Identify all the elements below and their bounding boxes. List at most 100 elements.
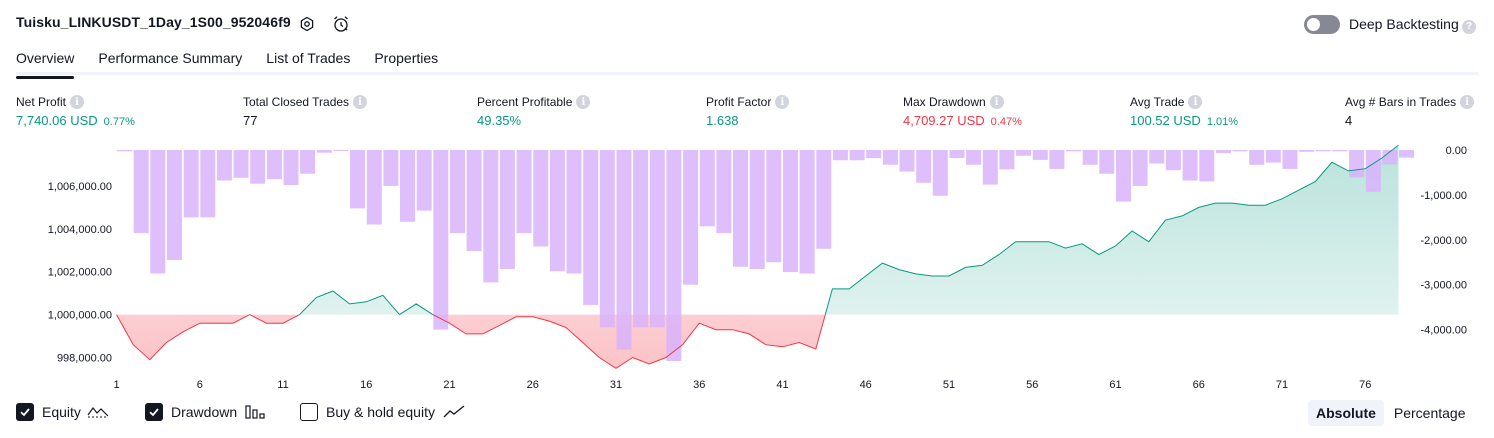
drawdown-bar	[799, 150, 815, 274]
drawdown-bar	[932, 150, 948, 196]
drawdown-bar	[333, 150, 349, 151]
drawdown-bar	[350, 150, 366, 209]
drawdown-bar	[233, 150, 249, 178]
x-tick-label: 66	[1193, 379, 1205, 391]
percentage-button[interactable]: Percentage	[1386, 400, 1474, 426]
y-left-tick-label: 1,002,000.00	[48, 267, 112, 279]
metric-label: Max Drawdown	[903, 95, 986, 109]
info-icon[interactable]: i	[1460, 95, 1475, 109]
drawdown-bar	[966, 150, 982, 165]
drawdown-bar	[1282, 150, 1298, 169]
drawdown-bar	[1016, 150, 1032, 156]
y-right-tick-label: 0.00	[1446, 145, 1467, 157]
drawdown-label: Drawdown	[171, 404, 238, 420]
settings-icon[interactable]	[296, 13, 318, 35]
absolute-button[interactable]: Absolute	[1308, 400, 1384, 426]
x-tick-label: 1	[113, 379, 119, 391]
drawdown-bar	[649, 150, 665, 328]
info-icon[interactable]: i	[353, 95, 368, 109]
drawdown-bar	[866, 150, 882, 159]
metric-value: 4,709.27 USD	[903, 113, 985, 128]
drawdown-bar	[1165, 150, 1181, 171]
info-icon[interactable]: i	[775, 95, 790, 109]
equity-line-icon	[87, 407, 109, 418]
drawdown-bar	[683, 150, 699, 285]
alarm-clock-icon[interactable]	[330, 13, 352, 35]
metric-value: 100.52 USD	[1130, 113, 1201, 128]
drawdown-bar	[666, 150, 682, 361]
info-icon[interactable]: i	[576, 95, 591, 109]
drawdown-bar	[117, 150, 132, 152]
x-tick-label: 11	[277, 379, 288, 391]
metric-label: Net Profit	[16, 95, 67, 109]
drawdown-bar	[1315, 150, 1331, 152]
equity-checkbox[interactable]	[16, 403, 34, 421]
y-left-tick-label: 1,006,000.00	[48, 181, 112, 193]
drawdown-bar	[150, 150, 166, 274]
metric-percent: 1.01%	[1206, 116, 1239, 128]
drawdown-bar	[633, 150, 649, 328]
drawdown-bar	[383, 150, 399, 186]
x-tick-label: 46	[860, 379, 872, 391]
metric-avg-bars-in-trades: Avg # Bars in Trades i 4	[1345, 94, 1475, 128]
drawdown-bar	[616, 150, 632, 350]
drawdown-bar	[849, 150, 865, 161]
metric-label: Avg # Bars in Trades	[1345, 95, 1457, 109]
x-tick-label: 71	[1276, 379, 1288, 391]
metric-label: Percent Profitable	[477, 95, 573, 109]
drawdown-checkbox[interactable]	[145, 403, 163, 421]
drawdown-bar	[1066, 150, 1081, 152]
drawdown-bar	[1099, 150, 1115, 174]
drawdown-bar	[166, 150, 182, 260]
buy-hold-label: Buy & hold equity	[326, 404, 435, 420]
drawdown-bar	[300, 150, 316, 174]
drawdown-bar	[699, 150, 715, 227]
info-icon[interactable]: i	[1188, 95, 1203, 109]
buy-hold-checkbox[interactable]	[300, 403, 318, 421]
legend-drawdown[interactable]: Drawdown	[145, 403, 265, 421]
drawdown-bar	[1349, 150, 1365, 178]
drawdown-bar	[783, 150, 798, 273]
drawdown-bar	[366, 150, 382, 225]
drawdown-bar	[450, 150, 465, 234]
help-icon[interactable]: ?	[1462, 18, 1476, 36]
drawdown-bar	[1049, 150, 1065, 169]
drawdown-bar	[733, 150, 748, 267]
metric-avg-trade: Avg Trade i 100.52 USD 1.01%	[1130, 94, 1238, 128]
drawdown-bar	[1365, 150, 1381, 192]
drawdown-bar	[183, 150, 199, 218]
metric-label: Avg Trade	[1130, 95, 1185, 109]
drawdown-bar	[1149, 150, 1165, 164]
drawdown-bar	[1182, 150, 1198, 181]
trend-line-icon	[443, 405, 465, 418]
legend-buy-hold[interactable]: Buy & hold equity	[300, 403, 465, 421]
drawdown-bar	[816, 150, 832, 249]
drawdown-bar	[766, 150, 782, 263]
y-right-tick-label: -2,000.00	[1421, 235, 1467, 247]
drawdown-bar	[1265, 150, 1281, 163]
drawdown-bar	[216, 150, 232, 181]
drawdown-bar	[716, 150, 732, 234]
info-icon[interactable]: i	[989, 95, 1004, 109]
drawdown-bar	[1199, 150, 1215, 182]
y-right-tick-label: -3,000.00	[1421, 280, 1467, 292]
metric-value: 77	[243, 113, 258, 128]
legend-equity[interactable]: Equity	[16, 403, 109, 421]
drawdown-bar	[999, 150, 1015, 170]
drawdown-bar	[949, 150, 965, 159]
x-tick-label: 41	[776, 379, 788, 391]
drawdown-bar	[466, 150, 482, 251]
x-tick-label: 21	[443, 379, 455, 391]
y-left-tick-label: 1,004,000.00	[48, 224, 112, 236]
drawdown-bar	[583, 150, 599, 305]
drawdown-bar	[899, 150, 915, 172]
x-tick-label: 56	[1026, 379, 1038, 391]
drawdown-bar	[1132, 150, 1148, 186]
info-icon[interactable]: i	[70, 95, 85, 109]
y-left-tick-label: 1,000,000.00	[48, 310, 112, 322]
drawdown-bar	[1116, 150, 1131, 202]
equity-drawdown-chart[interactable]: 1,006,000.00 1,004,000.00 1,002,000.00 1,00…	[0, 140, 1494, 395]
drawdown-bar	[1215, 150, 1231, 154]
metric-percent-profitable: Percent Profitable i 49.35%	[477, 94, 591, 128]
deep-backtesting-toggle[interactable]	[1304, 15, 1340, 34]
